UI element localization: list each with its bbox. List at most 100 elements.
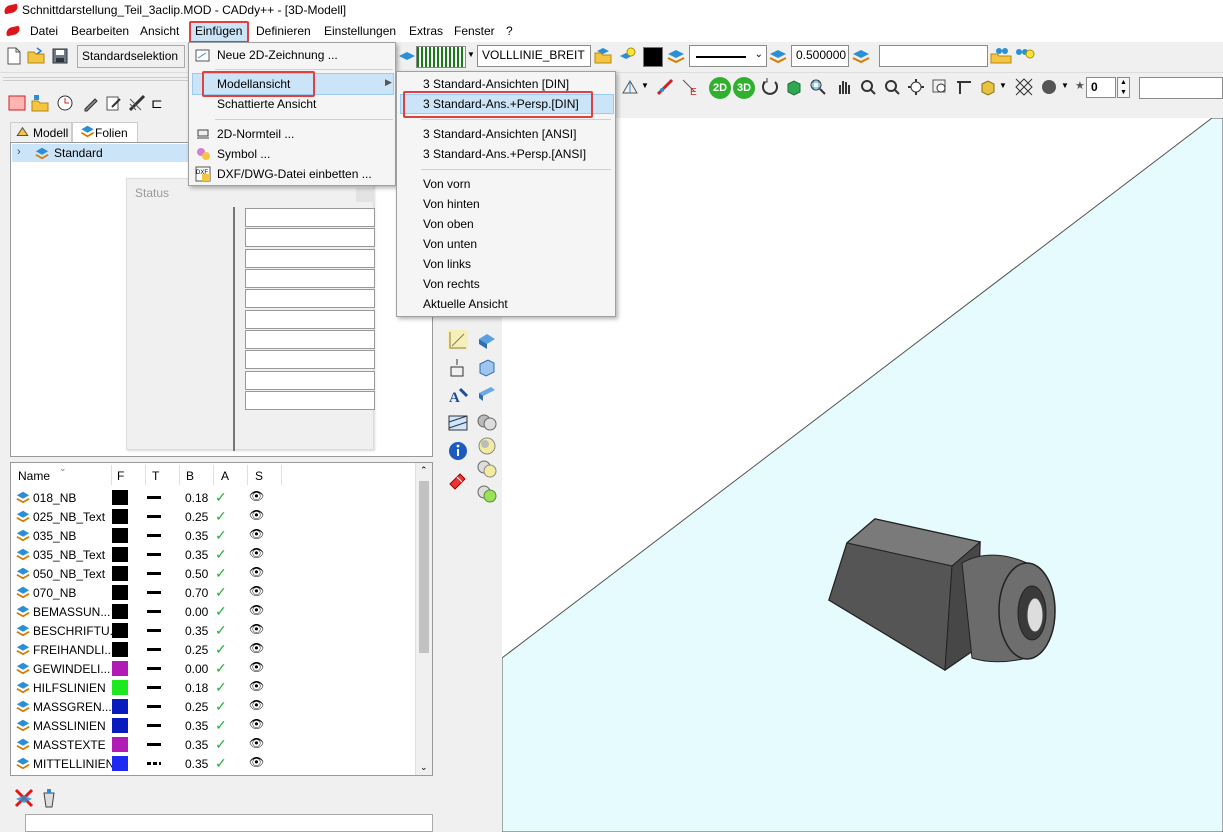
- menu-item-von-links[interactable]: Von links: [423, 257, 471, 271]
- layer-width[interactable]: 0.35: [185, 719, 208, 733]
- spheres-grey-icon[interactable]: [476, 411, 498, 433]
- visible-eye-icon[interactable]: 👁: [249, 736, 264, 750]
- expand-chevron-icon[interactable]: ›: [17, 146, 21, 158]
- layer-width[interactable]: 0.70: [185, 586, 208, 600]
- layer-linetype[interactable]: [147, 743, 161, 746]
- menu-help[interactable]: ?: [506, 24, 513, 38]
- visible-eye-icon[interactable]: 👁: [249, 584, 264, 598]
- layer-color-swatch[interactable]: [112, 509, 128, 524]
- open-folder-icon[interactable]: [27, 47, 45, 65]
- menu-extras[interactable]: Extras: [409, 24, 443, 38]
- col-sichtbar[interactable]: S: [255, 469, 263, 483]
- step-spinner[interactable]: ▲ ▼: [1117, 77, 1130, 98]
- layer-color-swatch[interactable]: [112, 604, 128, 619]
- layer-stack-icon[interactable]: [667, 47, 685, 65]
- layer-color-swatch[interactable]: [112, 585, 128, 600]
- visible-eye-icon[interactable]: 👁: [249, 755, 264, 769]
- layer-linetype[interactable]: [147, 629, 161, 632]
- zoom-window-icon[interactable]: [809, 78, 827, 96]
- layer-color-swatch[interactable]: [112, 680, 128, 695]
- menu-datei[interactable]: Datei: [30, 24, 58, 38]
- layer-width[interactable]: 0.00: [185, 605, 208, 619]
- folder-layer-icon[interactable]: [594, 46, 612, 64]
- linewidth-field[interactable]: 0.500000: [791, 45, 849, 67]
- mirror-tool-icon[interactable]: [621, 78, 639, 96]
- hatch-tool-icon[interactable]: [447, 412, 469, 434]
- window-red-icon[interactable]: [8, 94, 26, 112]
- delete-layer-icon[interactable]: [13, 787, 35, 809]
- layer-width[interactable]: 0.00: [185, 662, 208, 676]
- name-field[interactable]: [879, 45, 988, 67]
- wireframe-grid-icon[interactable]: [1015, 78, 1033, 96]
- layer-tool-icon[interactable]: [398, 47, 416, 65]
- table-row[interactable]: 025_NB_Text 0.25 ✓ 👁: [11, 507, 416, 526]
- pan-hand-icon[interactable]: [835, 78, 853, 96]
- document-menu-icon[interactable]: [5, 25, 21, 37]
- hatch-dropdown-icon[interactable]: ▼: [467, 50, 475, 59]
- layer-linetype[interactable]: [147, 610, 161, 613]
- view-3d-button[interactable]: 3D: [733, 77, 755, 99]
- menu-item-3-standard-ansi[interactable]: 3 Standard-Ansichten [ANSI]: [423, 127, 576, 141]
- layer-linetype[interactable]: [147, 705, 161, 708]
- layer-color-swatch[interactable]: [112, 737, 128, 752]
- solid-cube-icon[interactable]: [979, 78, 997, 96]
- menu-item-von-unten[interactable]: Von unten: [423, 237, 477, 251]
- new-file-icon[interactable]: [5, 47, 23, 65]
- shading-dropdown-icon[interactable]: ▼: [1061, 81, 1069, 90]
- status-close-button[interactable]: [356, 188, 374, 202]
- layer-color-swatch[interactable]: [112, 490, 128, 505]
- visible-eye-icon[interactable]: 👁: [249, 698, 264, 712]
- layer-width[interactable]: 0.25: [185, 643, 208, 657]
- table-row[interactable]: MASSLINIEN 0.35 ✓ 👁: [11, 716, 416, 735]
- active-check-icon[interactable]: ✓: [215, 508, 227, 525]
- save-icon[interactable]: [51, 47, 69, 65]
- menu-ansicht[interactable]: Ansicht: [140, 24, 179, 38]
- layer-color-swatch[interactable]: [112, 547, 128, 562]
- menu-item-new-2d-drawing[interactable]: Neue 2D-Zeichnung ...: [217, 48, 338, 62]
- menu-item-modellansicht[interactable]: Modellansicht: [217, 77, 290, 91]
- visible-eye-icon[interactable]: 👁: [249, 565, 264, 579]
- layer-color-swatch[interactable]: [112, 528, 128, 543]
- layer-linetype[interactable]: [147, 496, 161, 499]
- menu-definieren[interactable]: Definieren: [256, 24, 311, 38]
- layer-linetype[interactable]: [147, 648, 161, 651]
- menu-item-3-standard-persp-din[interactable]: 3 Standard-Ans.+Persp.[DIN]: [423, 97, 579, 111]
- tree-item-standard[interactable]: › Standard: [12, 144, 202, 162]
- pencil-icon[interactable]: [82, 94, 100, 112]
- col-name[interactable]: Name: [18, 469, 50, 483]
- layer-width[interactable]: 0.18: [185, 491, 208, 505]
- eraser-tool-icon[interactable]: [447, 468, 469, 490]
- layer-width[interactable]: 0.35: [185, 624, 208, 638]
- menu-fenster[interactable]: Fenster: [454, 24, 495, 38]
- layer-width[interactable]: 0.25: [185, 700, 208, 714]
- layer-linetype[interactable]: [147, 572, 161, 575]
- box-icon[interactable]: [476, 383, 498, 405]
- active-check-icon[interactable]: ✓: [215, 698, 227, 715]
- table-row[interactable]: FREIHANDLI... 0.25 ✓ 👁: [11, 640, 416, 659]
- clock-icon[interactable]: [56, 94, 74, 112]
- layer-width[interactable]: 0.35: [185, 757, 208, 771]
- view-cube-icon[interactable]: [785, 78, 803, 96]
- active-check-icon[interactable]: ✓: [215, 565, 227, 582]
- zoom-all-icon[interactable]: [907, 78, 925, 96]
- layer-linetype[interactable]: [147, 762, 161, 765]
- menu-item-von-oben[interactable]: Von oben: [423, 217, 474, 231]
- active-check-icon[interactable]: ✓: [215, 584, 227, 601]
- layer-linetype[interactable]: [147, 667, 161, 670]
- layer-width[interactable]: 0.35: [185, 529, 208, 543]
- hatch-pattern-box[interactable]: [416, 46, 466, 68]
- visible-eye-icon[interactable]: 👁: [249, 489, 264, 503]
- table-row[interactable]: HILFSLINIEN 0.18 ✓ 👁: [11, 678, 416, 697]
- layer-width[interactable]: 0.35: [185, 548, 208, 562]
- layer-linetype[interactable]: [147, 515, 161, 518]
- bulb-layer-icon[interactable]: [619, 46, 637, 64]
- layer-width[interactable]: 0.35: [185, 738, 208, 752]
- visible-eye-icon[interactable]: 👁: [249, 660, 264, 674]
- visible-eye-icon[interactable]: 👁: [249, 603, 264, 617]
- work-plane-icon[interactable]: [955, 78, 973, 96]
- active-check-icon[interactable]: ✓: [215, 679, 227, 696]
- cube-dropdown-icon[interactable]: ▼: [999, 81, 1007, 90]
- visible-eye-icon[interactable]: 👁: [249, 527, 264, 541]
- edit-note-icon[interactable]: [105, 94, 123, 112]
- menu-item-von-rechts[interactable]: Von rechts: [423, 277, 480, 291]
